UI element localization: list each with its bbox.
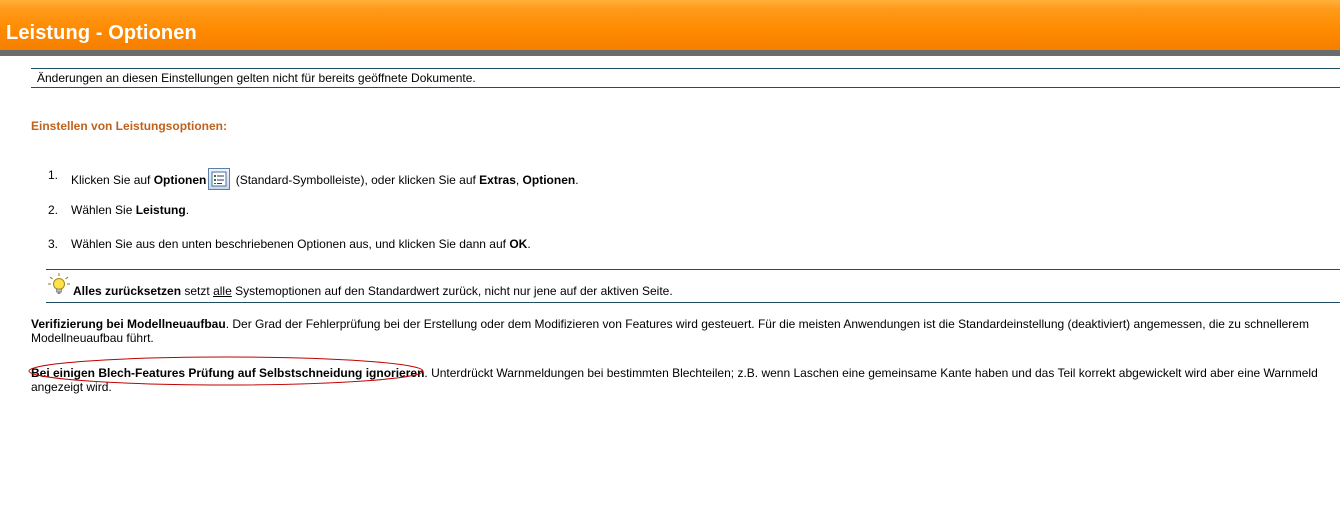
step-number: 3. <box>48 237 59 251</box>
option-description-cont: Modellneuaufbau führt. <box>31 331 154 345</box>
options-icon[interactable] <box>208 168 231 190</box>
option-verifizierung: Verifizierung bei Modellneuaufbau. Der G… <box>31 317 1340 345</box>
alle-term: alle <box>213 284 232 298</box>
option-description: . Unterdrückt Warnmeldungen bei bestimmt… <box>424 366 1318 380</box>
note-text: Änderungen an diesen Einstellungen gelte… <box>37 71 476 85</box>
reset-term: Alles zurücksetzen <box>73 284 182 298</box>
section-heading: Einstellen von Leistungsoptionen: <box>31 119 228 133</box>
step-text: Klicken Sie auf Optionen (Standard-Symbo… <box>71 168 579 190</box>
lightbulb-icon <box>48 273 70 300</box>
tip-text: Alles zurücksetzen setzt alle Systemopti… <box>73 284 673 298</box>
page-header: Leistung - Optionen <box>0 0 1340 50</box>
header-divider <box>0 50 1340 56</box>
option-term: Verifizierung bei Modellneuaufbau <box>31 317 226 331</box>
extras-term: Extras <box>479 173 516 187</box>
page-title: Leistung - Optionen <box>6 22 197 44</box>
annotation-ellipse <box>28 356 424 386</box>
options-term-2: Optionen <box>522 173 576 187</box>
step-text: Wählen Sie Leistung. <box>71 203 190 217</box>
note-box: Änderungen an diesen Einstellungen gelte… <box>31 68 1340 88</box>
option-description: . Der Grad der Fehlerprüfung bei der Ers… <box>225 317 1309 331</box>
tip-box: Alles zurücksetzen setzt alle Systemopti… <box>46 269 1340 303</box>
step-number: 2. <box>48 203 59 217</box>
options-term: Optionen <box>153 173 207 187</box>
leistung-term: Leistung <box>135 203 186 217</box>
step-text: Wählen Sie aus den unten beschriebenen O… <box>71 237 531 251</box>
step-number: 1. <box>48 168 59 182</box>
ok-term: OK <box>509 237 528 251</box>
